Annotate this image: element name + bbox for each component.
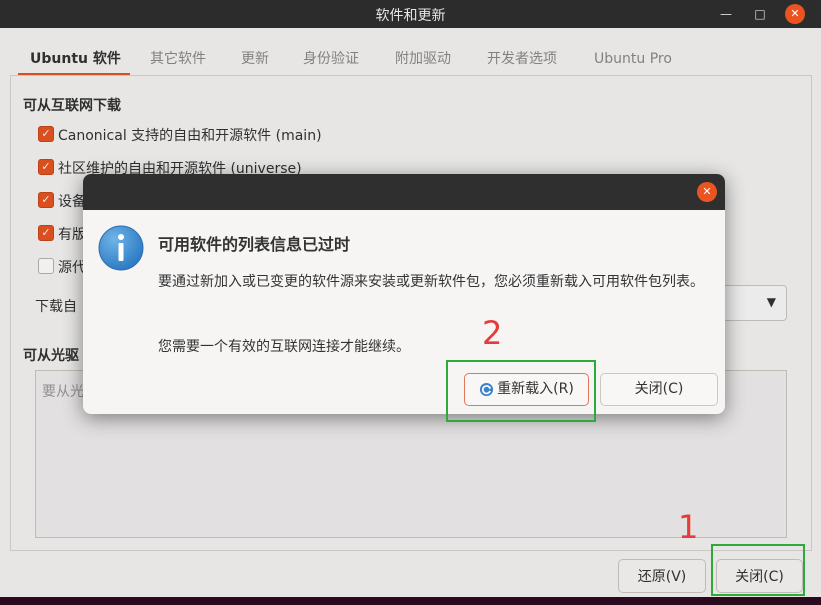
annotation-box-step-2	[446, 360, 596, 422]
annotation-number-2: 2	[482, 314, 503, 352]
info-icon	[98, 225, 144, 271]
dialog-message: 要通过新加入或已变更的软件源来安装或更新软件包，您必须重新载入可用软件包列表。	[158, 274, 704, 290]
close-icon[interactable]: ✕	[697, 182, 717, 202]
window-title: 软件和更新	[375, 8, 446, 24]
dialog-note: 您需要一个有效的互联网连接才能继续。	[158, 339, 410, 355]
annotation-number-1: 1	[678, 508, 699, 546]
dialog-header[interactable]: ✕	[83, 174, 725, 210]
title-bar[interactable]: 软件和更新 — □ ✕	[0, 0, 821, 28]
maximize-icon[interactable]: □	[750, 4, 770, 24]
minimize-icon[interactable]: —	[716, 4, 736, 24]
dialog-title: 可用软件的列表信息已过时	[158, 235, 351, 254]
dialog-close-button[interactable]: 关闭(C)	[600, 373, 718, 406]
close-icon[interactable]: ✕	[785, 4, 805, 24]
annotation-box-step-1	[711, 544, 805, 596]
outdated-list-dialog: ✕ 可用软件的列表信息已过时 要通过新加入或已变更的软件源来安装或更新软件包，您…	[83, 174, 725, 414]
